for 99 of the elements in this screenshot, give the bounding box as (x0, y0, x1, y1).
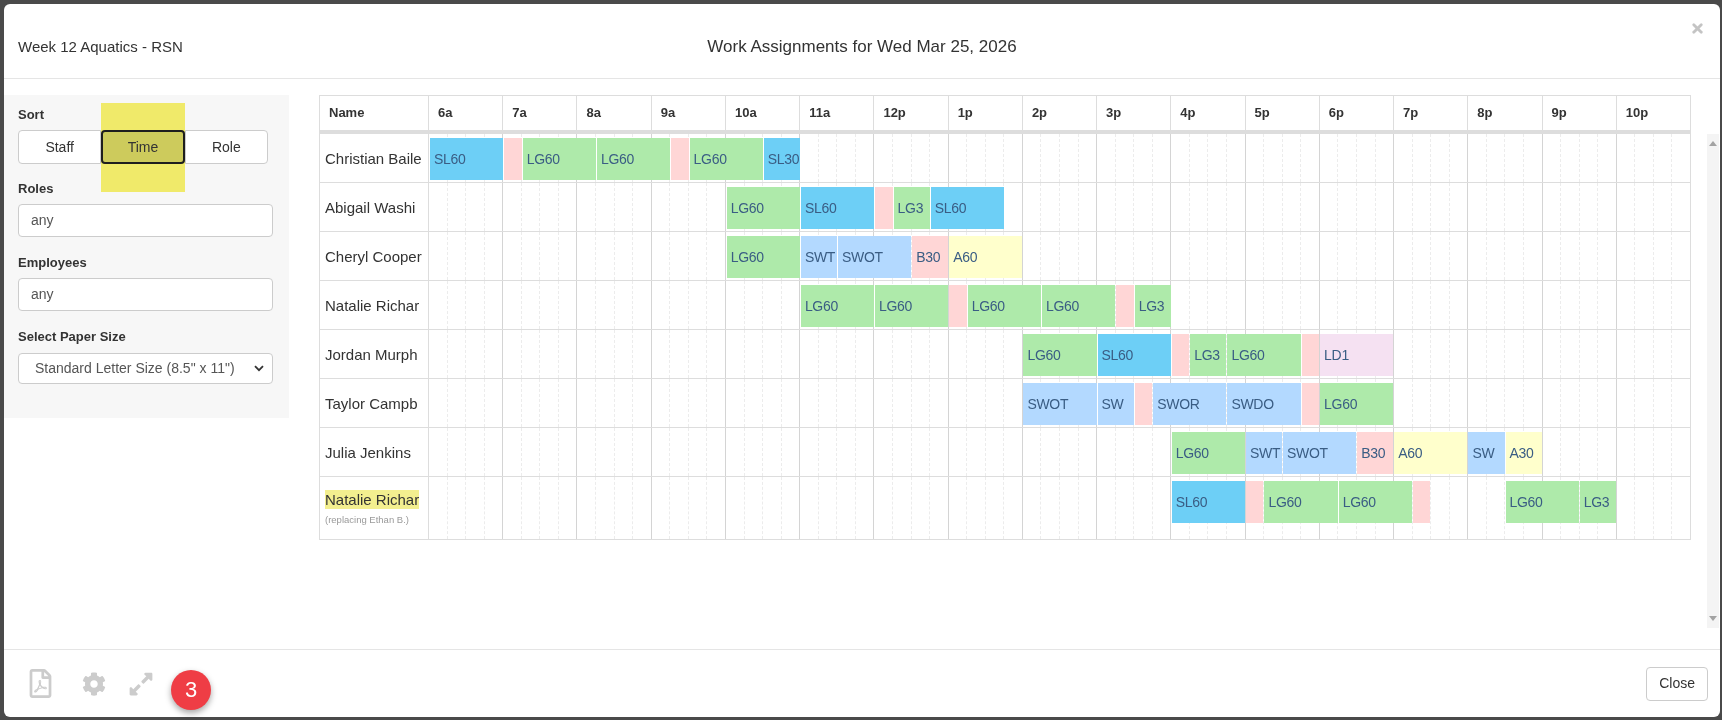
sort-option-button[interactable]: Role (184, 130, 268, 164)
schedule-name: Week 12 Aquatics - RSN (18, 36, 183, 57)
break-block[interactable] (1171, 334, 1190, 376)
modal-title: Work Assignments for Wed Mar 25, 2026 (707, 36, 1017, 59)
shift-block[interactable]: B30 (912, 236, 949, 278)
break-block[interactable] (1301, 383, 1320, 425)
paper-size-select[interactable]: Standard Letter Size (8.5" x 11") (18, 353, 273, 384)
shift-block[interactable]: SWOT (1283, 432, 1357, 474)
break-block[interactable] (875, 187, 893, 229)
shift-block[interactable]: SWT (800, 236, 837, 278)
shift-block[interactable]: LG60 (1320, 383, 1394, 425)
sort-option-button[interactable]: Time (101, 130, 185, 164)
shift-block[interactable]: LG60 (726, 236, 800, 278)
hour-header: 10p (1624, 104, 1650, 123)
employee-name: Jordan Murph (325, 344, 418, 364)
shift-block[interactable]: SWOR (1153, 383, 1227, 425)
hour-header: 8a (577, 96, 652, 130)
shift-block[interactable]: SWOT (837, 236, 912, 278)
chevron-down-icon (254, 365, 264, 372)
shift-block[interactable]: B30 (1357, 432, 1394, 474)
shift-block[interactable]: A30 (1505, 432, 1542, 474)
gear-icon[interactable] (82, 671, 106, 696)
shift-block[interactable]: LG3 (893, 187, 930, 229)
close-button[interactable]: Close (1646, 666, 1708, 701)
shift-block[interactable]: LG60 (875, 285, 949, 327)
hour-header: 6p (1319, 96, 1395, 130)
hour-header: 8p (1468, 96, 1543, 130)
shift-block[interactable]: LG60 (1338, 481, 1412, 523)
break-block[interactable] (671, 138, 689, 180)
close-icon[interactable] (1690, 21, 1705, 36)
employee-name: Natalie Richar (325, 490, 420, 509)
break-block[interactable] (949, 285, 967, 327)
sort-option-button[interactable]: Staff (18, 130, 102, 164)
shift-block[interactable]: LG60 (689, 138, 763, 180)
replacement-note: (replacing Ethan B.) (325, 513, 409, 526)
scrollbar-track[interactable] (1707, 134, 1719, 628)
shift-block[interactable]: SWOT (1023, 383, 1097, 425)
shift-block[interactable]: SL30 (763, 138, 800, 180)
hour-header: 1p (948, 96, 1023, 130)
employee-name: Cheryl Cooper (325, 246, 422, 266)
hour-header: 9p (1542, 96, 1617, 130)
shift-block[interactable]: SW (1097, 383, 1134, 425)
sort-label: Sort (18, 106, 44, 124)
employee-name: Christian Baile (325, 148, 422, 168)
hour-header: 7a (503, 96, 578, 130)
shift-block[interactable]: SL60 (430, 138, 504, 180)
shift-block[interactable]: LG3 (1579, 481, 1616, 523)
employee-name: Julia Jenkins (325, 442, 411, 462)
shift-block[interactable]: SL60 (930, 187, 1004, 229)
break-block[interactable] (1412, 481, 1431, 523)
employee-name: Taylor Campb (325, 393, 418, 413)
caret-up-icon[interactable] (1709, 141, 1717, 146)
notification-badge: 3 (171, 669, 211, 710)
shift-block[interactable]: LG60 (596, 138, 671, 180)
hour-header: 5p (1245, 96, 1320, 130)
break-block[interactable] (1134, 383, 1153, 425)
roles-field[interactable]: any (18, 204, 273, 237)
shift-block[interactable]: LG60 (1023, 334, 1097, 376)
shift-block[interactable]: SL60 (1097, 334, 1171, 376)
shift-block[interactable]: LG60 (967, 285, 1041, 327)
shift-block[interactable]: LG60 (1041, 285, 1116, 327)
shift-block[interactable]: LG60 (1505, 481, 1579, 523)
shift-block[interactable]: LD1 (1320, 334, 1394, 376)
shift-block[interactable]: LG60 (800, 285, 875, 327)
employee-name: Abigail Washi (325, 197, 416, 217)
shift-block[interactable]: LG3 (1190, 334, 1227, 376)
shift-block[interactable]: SWDO (1227, 383, 1301, 425)
hour-header: 11a (800, 96, 875, 130)
shift-block[interactable]: LG60 (522, 138, 596, 180)
employees-field[interactable]: any (18, 278, 273, 311)
shift-block[interactable]: SW (1468, 432, 1505, 474)
break-block[interactable] (1301, 334, 1320, 376)
shift-block[interactable]: LG3 (1134, 285, 1171, 327)
hour-header: 2p (1022, 96, 1098, 130)
hour-header: 4p (1171, 96, 1246, 130)
shift-block[interactable]: LG60 (1264, 481, 1338, 523)
shift-block[interactable]: LG60 (726, 187, 800, 229)
caret-down-icon[interactable] (1709, 616, 1717, 621)
shift-block[interactable]: SWT (1245, 432, 1282, 474)
paper-size-label: Select Paper Size (18, 328, 127, 346)
break-block[interactable] (504, 138, 522, 180)
employees-label: Employees (18, 254, 88, 272)
hour-header: 9a (651, 96, 726, 130)
shift-block[interactable]: LG60 (1171, 432, 1245, 474)
employee-name: Natalie Richar (325, 295, 420, 315)
hour-header: 7p (1394, 96, 1469, 130)
shift-block[interactable]: SL60 (800, 187, 875, 229)
hour-header: 12p (874, 96, 949, 130)
hour-header: 10a (725, 96, 801, 130)
roles-label: Roles (18, 180, 55, 198)
expand-icon[interactable] (128, 670, 154, 697)
shift-block[interactable]: A60 (949, 236, 1023, 278)
shift-block[interactable]: SL60 (1171, 481, 1245, 523)
hour-header: 3p (1097, 96, 1172, 130)
break-block[interactable] (1116, 285, 1134, 327)
shift-block[interactable]: A60 (1394, 432, 1468, 474)
shift-block[interactable]: LG60 (1227, 334, 1301, 376)
hour-header: 6a (429, 96, 504, 130)
name-header: Name (320, 96, 429, 130)
